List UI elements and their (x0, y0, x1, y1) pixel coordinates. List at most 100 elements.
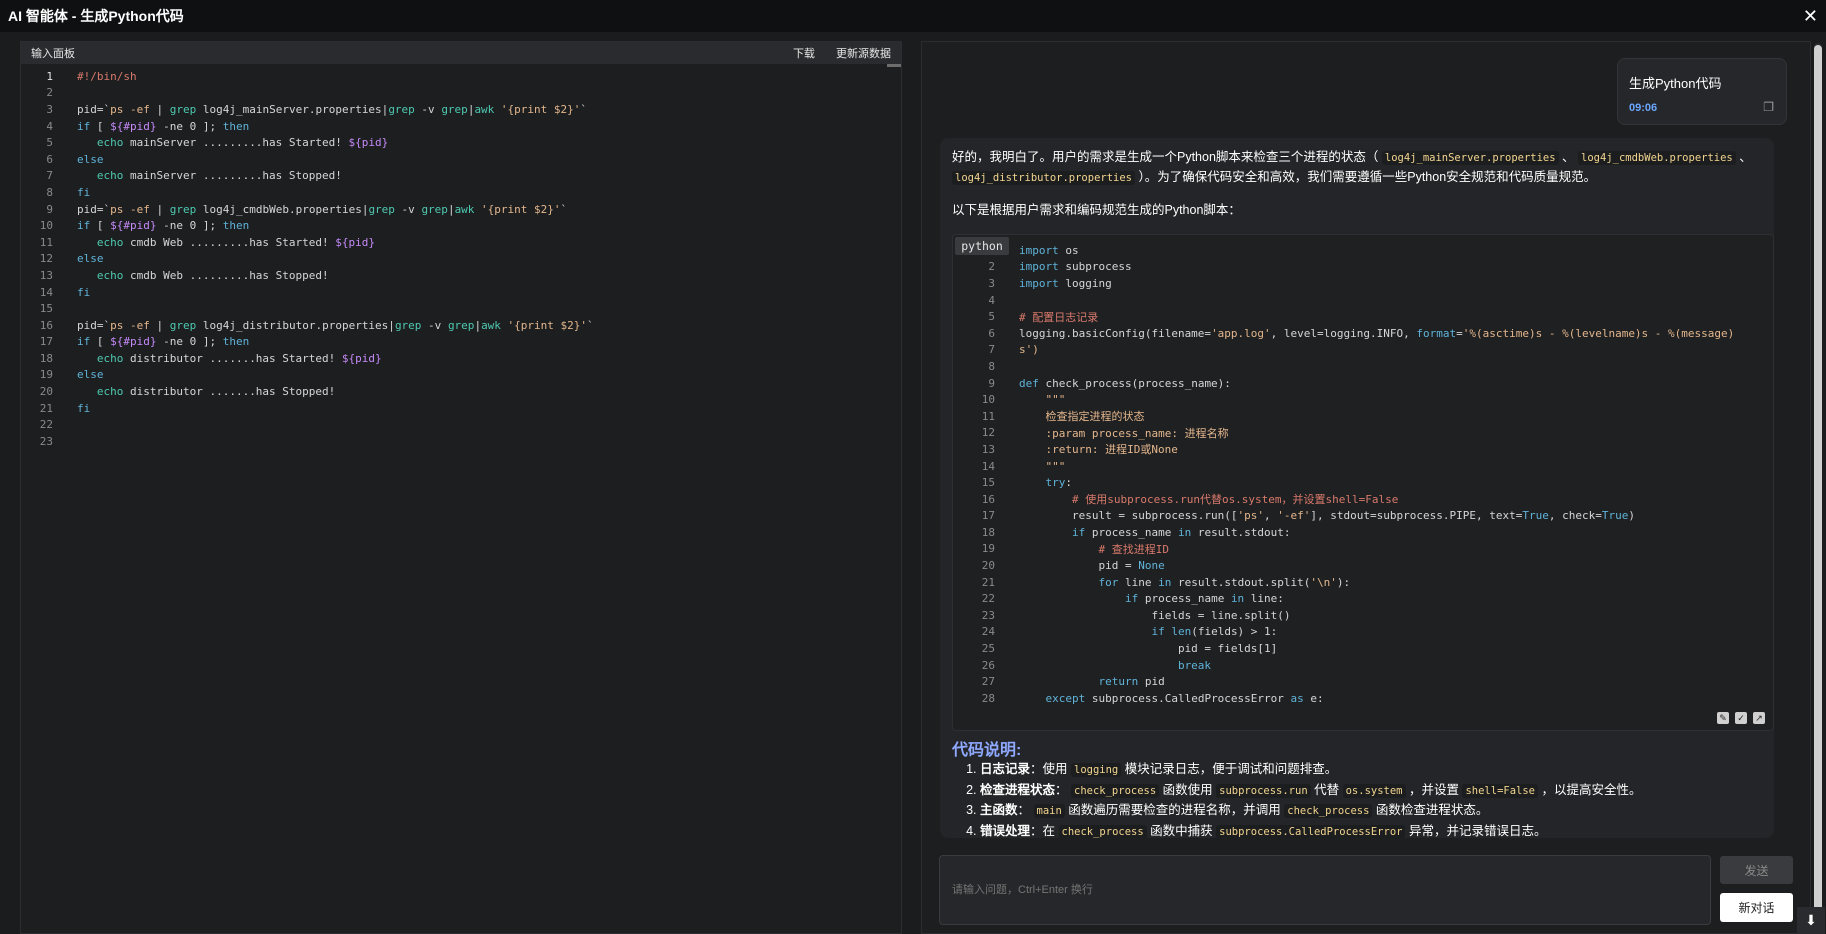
line-number: 27 (981, 675, 995, 689)
code-line: 4 (953, 292, 1753, 309)
open-external-icon[interactable]: ↗ (1753, 712, 1765, 724)
code-language-label: python (955, 237, 1009, 255)
line-code: """ (1019, 393, 1066, 407)
line-number: 2 (46, 86, 53, 100)
code-line: 4 if [ ${#pid} -ne 0 ]; then (21, 118, 901, 135)
line-number: 17 (39, 335, 53, 349)
line-number: 16 (39, 318, 53, 332)
code-line: 27 return pid (953, 673, 1753, 690)
code-line: 18 if process_name in result.stdout: (953, 524, 1753, 541)
line-code: if [ ${#pid} -ne 0 ]; then (77, 335, 250, 349)
input-panel-title: 输入面板 (31, 48, 75, 60)
chat-input-box[interactable] (939, 855, 1711, 925)
line-number: 20 (981, 559, 995, 573)
code-line: 10 if [ ${#pid} -ne 0 ]; then (21, 217, 901, 234)
line-number: 26 (981, 658, 995, 672)
check-icon[interactable]: ✓ (1735, 712, 1747, 724)
chat-input[interactable] (940, 856, 1710, 924)
code-line: 23 fields = line.split() (953, 607, 1753, 624)
code-explanation-title: 代码说明: (952, 742, 1022, 759)
line-number: 11 (39, 235, 53, 249)
line-number: 12 (39, 252, 53, 266)
code-line: 6 else (21, 151, 901, 168)
line-number: 20 (39, 385, 53, 399)
line-code: pid=`ps -ef | grep log4j_cmdbWeb.propert… (77, 202, 568, 216)
line-code: import subprocess (1019, 260, 1132, 274)
close-icon[interactable]: ✕ (1803, 7, 1818, 25)
line-code: if [ ${#pid} -ne 0 ]; then (77, 119, 250, 133)
chat-scrollbar-thumb[interactable] (1814, 45, 1822, 923)
code-line: 18 echo distributor .......has Started! … (21, 350, 901, 367)
code-line: 19 # 查找进程ID (953, 541, 1753, 558)
line-code: echo cmdb Web .........has Stopped! (77, 268, 329, 282)
code-line: 16 pid=`ps -ef | grep log4j_distributor.p… (21, 317, 901, 334)
line-code: echo distributor .......has Stopped! (77, 385, 336, 399)
code-line: 7 echo mainServer .........has Stopped! (21, 168, 901, 185)
line-number: 24 (981, 625, 995, 639)
refresh-source-button[interactable]: 更新源数据 (836, 48, 891, 60)
line-code: pid=`ps -ef | grep log4j_distributor.pro… (77, 318, 594, 332)
line-number: 1 (46, 69, 53, 83)
code-block-toolbar: ✎ ✓ ↗ (1717, 712, 1765, 724)
shell-code-editor[interactable]: 1 #!/bin/sh 2 3 pid=`ps -ef | grep log4j_mai… (21, 64, 901, 450)
code-line: 10 """ (953, 391, 1753, 408)
line-number: 8 (46, 185, 53, 199)
copy-icon[interactable]: ❐ (1763, 100, 1774, 114)
line-code: if process_name in line: (1019, 592, 1284, 606)
code-line: 8 (953, 358, 1753, 375)
assistant-message: 好的，我明白了。用户的需求是生成一个Python脚本来检查三个进程的状态（ lo… (940, 138, 1774, 838)
input-panel: 输入面板 下载 更新源数据 1 #!/bin/sh 2 3 pid=`ps -ef | … (20, 41, 902, 934)
line-number: 3 (988, 276, 995, 290)
python-code: 1import os2 import subprocess 3 import logg… (953, 242, 1753, 707)
code-line: 24 if len(fields) > 1: (953, 624, 1753, 641)
line-code: echo distributor .......has Started! ${p… (77, 351, 382, 365)
line-code: 检查指定进程的状态 (1019, 410, 1145, 424)
line-number: 3 (46, 102, 53, 116)
line-code: result = subprocess.run(['ps', '-ef'], s… (1019, 509, 1635, 523)
line-number: 13 (39, 268, 53, 282)
code-line: 14 fi (21, 284, 901, 301)
code-line: 8 fi (21, 184, 901, 201)
line-code: return pid (1019, 675, 1165, 689)
code-line: 26 break (953, 657, 1753, 674)
code-line: 21 for line in result.stdout.split('\n')… (953, 574, 1753, 591)
line-number: 7 (46, 169, 53, 183)
line-number: 23 (981, 608, 995, 622)
edit-icon[interactable]: ✎ (1717, 712, 1729, 724)
line-number: 22 (39, 418, 53, 432)
line-number: 2 (988, 260, 995, 274)
line-number: 8 (988, 359, 995, 373)
user-message-time: 09:06 (1629, 102, 1658, 114)
explanation-item: 主函数： main 函数遍历需要检查的进程名称，并调用 check_proces… (980, 801, 1642, 822)
explanation-item: 日志记录：使用 logging 模块记录日志，便于调试和问题排查。 (980, 760, 1642, 781)
line-number: 9 (46, 202, 53, 216)
line-number: 9 (988, 376, 995, 390)
line-code: break (1019, 658, 1212, 672)
code-line: 12 else (21, 251, 901, 268)
code-line: 9 def check_process(process_name): (953, 375, 1753, 392)
line-number: 6 (46, 152, 53, 166)
editor-scroll-indicator[interactable] (887, 64, 901, 67)
line-number: 21 (981, 575, 995, 589)
chat-scrollbar[interactable] (1814, 43, 1822, 928)
line-code: import logging (1019, 276, 1112, 290)
line-code: except subprocess.CalledProcessError as … (1019, 691, 1324, 705)
line-number: 16 (981, 492, 995, 506)
send-button[interactable]: 发送 (1720, 856, 1793, 884)
answer-lead: 以下是根据用户需求和编码规范生成的Python脚本： (952, 203, 1241, 217)
line-code: fi (77, 285, 91, 299)
explanation-item: 检查进程状态： check_process 函数使用 subprocess.ru… (980, 781, 1642, 802)
window-title: AI 智能体 - 生成Python代码 (8, 8, 184, 24)
arrow-down-icon[interactable]: ⬇ (1797, 907, 1825, 934)
line-code: s') (1019, 343, 1039, 357)
line-number: 10 (981, 393, 995, 407)
code-line: 25 pid = fields[1] (953, 640, 1753, 657)
download-button[interactable]: 下载 (793, 48, 815, 60)
new-chat-button[interactable]: 新对话 (1720, 893, 1793, 922)
line-number: 19 (39, 368, 53, 382)
code-line: 2 (21, 85, 901, 102)
code-line: 20 echo distributor .......has Stopped! (21, 383, 901, 400)
line-number: 5 (46, 136, 53, 150)
code-line: 17 result = subprocess.run(['ps', '-ef']… (953, 508, 1753, 525)
line-code: fi (77, 401, 91, 415)
